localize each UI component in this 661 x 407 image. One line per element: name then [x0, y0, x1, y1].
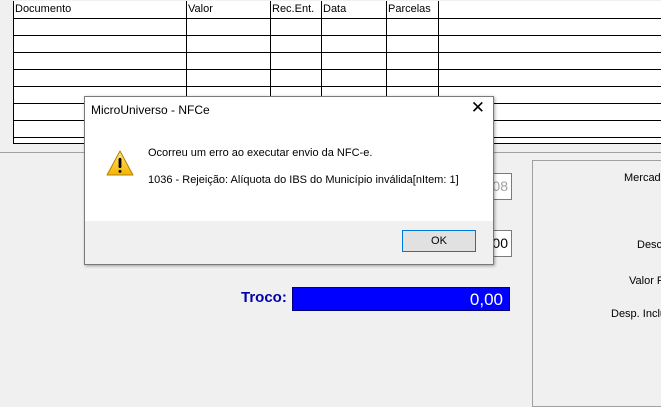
dialog-footer: OK	[85, 221, 493, 264]
desconto-label: Desco	[637, 239, 661, 251]
summary-panel: Mercado Desco Valor F Desp. Inclu	[532, 160, 661, 407]
mercadorias-label: Mercado	[624, 172, 661, 184]
close-icon[interactable]: ✕	[471, 99, 485, 117]
grid-row[interactable]	[14, 86, 661, 87]
troco-value: 0,00	[292, 287, 510, 311]
troco-label: Troco:	[241, 289, 287, 306]
error-message: Ocorreu um erro ao executar envio da NFC…	[148, 147, 373, 159]
warning-icon	[106, 150, 134, 176]
despesas-inclusas-label: Desp. Inclu	[611, 308, 661, 320]
valor-frete-label: Valor F	[629, 275, 661, 287]
dialog-title: MicroUniverso - NFCe	[91, 103, 210, 117]
error-detail: 1036 - Rejeição: Alíquota do IBS do Muni…	[148, 174, 459, 186]
ok-button[interactable]: OK	[402, 230, 476, 252]
grid-row[interactable]	[14, 35, 661, 36]
grid-row[interactable]	[14, 69, 661, 70]
error-dialog: MicroUniverso - NFCe ✕ Ocorreu um erro a…	[84, 96, 494, 265]
grid-row[interactable]	[14, 52, 661, 53]
